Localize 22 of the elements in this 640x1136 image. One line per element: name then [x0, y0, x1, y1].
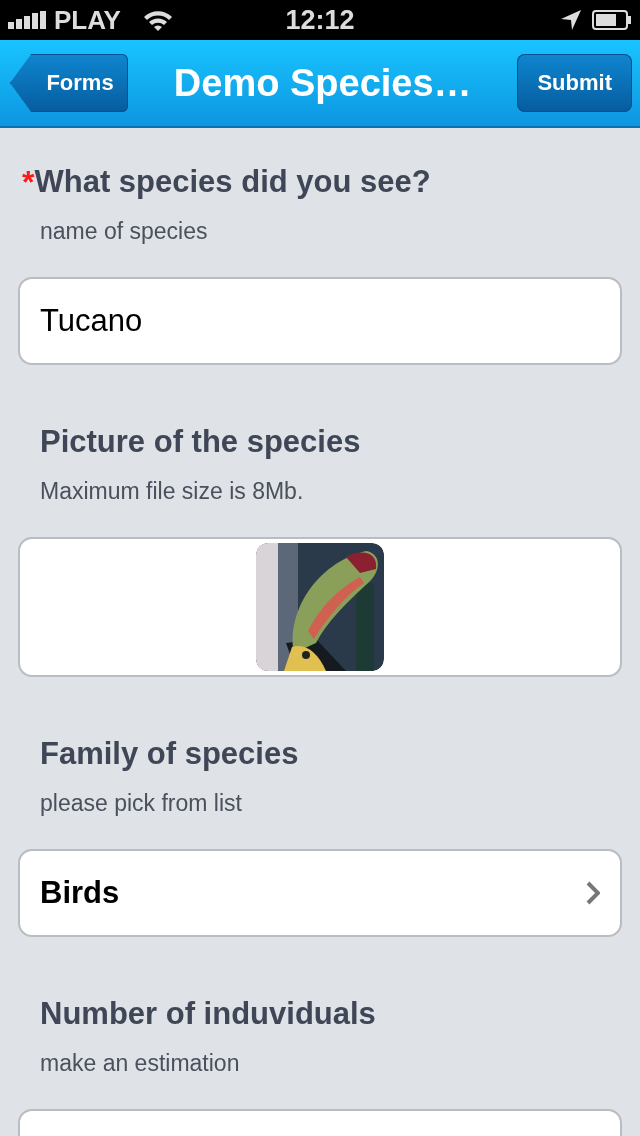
- field-label: Family of species: [40, 735, 299, 773]
- field-hint: make an estimation: [40, 1049, 241, 1078]
- field-label: What species did you see?: [34, 163, 431, 201]
- battery-icon: [592, 10, 632, 30]
- clock-time: 12:12: [285, 4, 355, 36]
- submit-button[interactable]: Submit: [517, 54, 632, 112]
- carrier-name: PLAY: [54, 4, 121, 36]
- photo-field[interactable]: [18, 537, 622, 677]
- screen-title: Demo Species…: [173, 61, 472, 105]
- required-mark: *: [22, 163, 35, 202]
- field-hint: Maximum file size is 8Mb.: [40, 477, 305, 506]
- field-label: Number of induviduals: [40, 995, 376, 1033]
- wifi-icon: [142, 9, 173, 31]
- field-hint: please pick from list: [40, 789, 243, 818]
- signal-icon: [8, 11, 48, 29]
- location-arrow-icon: [560, 9, 582, 31]
- back-button[interactable]: Forms: [10, 54, 128, 112]
- input-field[interactable]: Tucano: [18, 277, 622, 365]
- select-field[interactable]: Birds: [18, 849, 622, 937]
- chevron-right-icon: [586, 881, 600, 905]
- field-label: Picture of the species: [40, 423, 361, 461]
- field-hint: name of species: [40, 217, 209, 246]
